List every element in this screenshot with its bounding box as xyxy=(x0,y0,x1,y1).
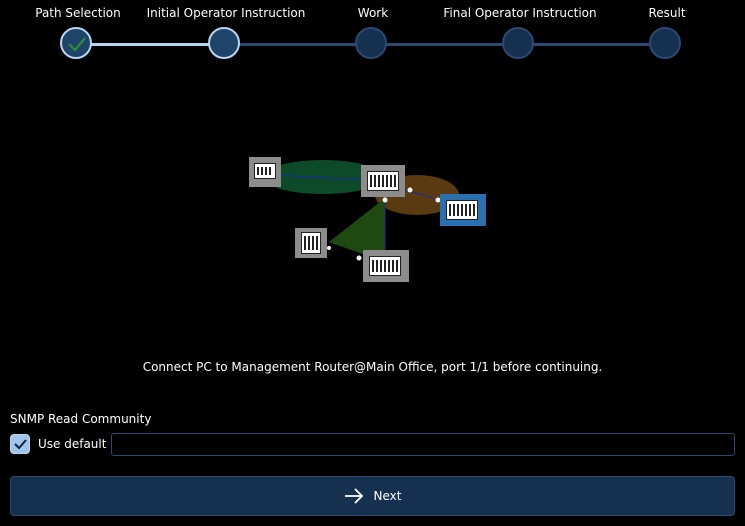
step-label: Result xyxy=(648,6,686,20)
step-label: Initial Operator Instruction xyxy=(146,6,306,20)
step-label: Work xyxy=(357,6,389,20)
step-connector-pending xyxy=(226,43,667,46)
router-icon xyxy=(367,171,399,191)
step-initial-operator-instruction[interactable]: Initial Operator Instruction xyxy=(146,0,306,59)
remote-router-node[interactable] xyxy=(440,194,486,226)
step-circle-pending xyxy=(649,27,681,59)
step-circle-done xyxy=(60,27,92,59)
management-router-node[interactable] xyxy=(361,165,405,197)
next-button-label: Next xyxy=(373,489,402,503)
step-work[interactable]: Work xyxy=(293,0,453,59)
switch-icon xyxy=(301,232,321,254)
snmp-read-community-label: SNMP Read Community xyxy=(10,412,152,426)
router-icon xyxy=(369,256,401,276)
step-circle-pending xyxy=(355,27,387,59)
checkmark-icon xyxy=(14,439,27,450)
snmp-community-input[interactable] xyxy=(111,433,735,456)
pc-node[interactable] xyxy=(249,157,281,187)
router-icon xyxy=(446,200,478,220)
switch-node[interactable] xyxy=(295,228,327,258)
step-path-selection[interactable]: Path Selection xyxy=(0,0,158,59)
step-circle-pending xyxy=(502,27,534,59)
lower-router-node[interactable] xyxy=(363,250,409,282)
network-topology-diagram xyxy=(245,150,495,290)
step-final-operator-instruction[interactable]: Final Operator Instruction xyxy=(440,0,600,59)
use-default-checkbox[interactable] xyxy=(10,434,30,454)
progress-stepper: Path Selection Initial Operator Instruct… xyxy=(0,0,745,70)
pc-icon xyxy=(254,163,276,179)
step-label: Path Selection xyxy=(35,6,121,20)
next-button[interactable]: Next xyxy=(10,476,735,516)
step-circle-active xyxy=(208,27,240,59)
wizard-page: Path Selection Initial Operator Instruct… xyxy=(0,0,745,526)
arrow-right-icon xyxy=(344,488,363,504)
check-icon xyxy=(68,37,86,52)
step-label: Final Operator Instruction xyxy=(443,6,597,20)
use-default-label: Use default xyxy=(38,437,107,451)
step-connector-completed xyxy=(78,43,226,46)
step-result[interactable]: Result xyxy=(587,0,745,59)
operator-instruction-text: Connect PC to Management Router@Main Off… xyxy=(142,360,603,374)
